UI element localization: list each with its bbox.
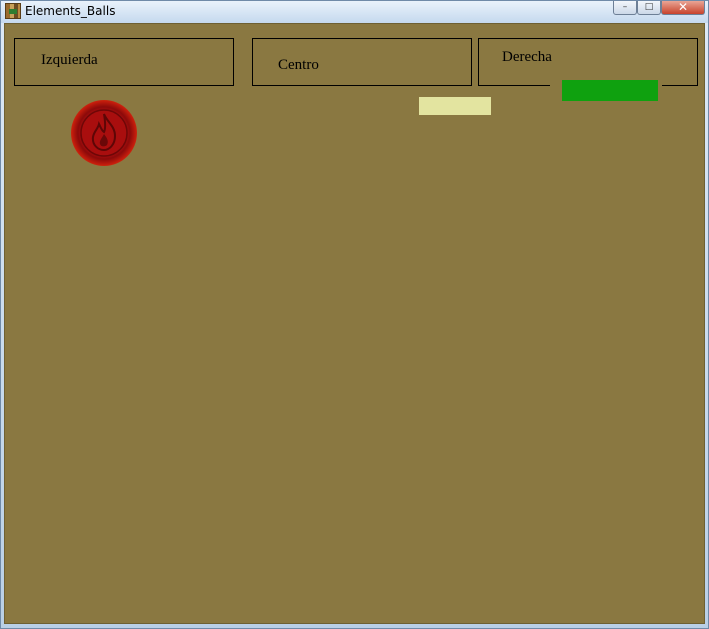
game-window: Elements_Balls – □ ✕ Izquierda Centro De… bbox=[0, 0, 709, 629]
green-paddle bbox=[562, 80, 658, 101]
maximize-button[interactable]: □ bbox=[637, 1, 661, 15]
app-icon bbox=[5, 3, 21, 19]
fire-ball[interactable] bbox=[71, 100, 137, 166]
zone-center-label: Centro bbox=[278, 57, 319, 73]
zone-right-label: Derecha bbox=[502, 49, 552, 65]
minimize-button[interactable]: – bbox=[613, 1, 637, 15]
title-bar[interactable]: Elements_Balls – □ ✕ bbox=[1, 1, 708, 23]
zone-left[interactable]: Izquierda bbox=[14, 38, 234, 86]
zone-left-label: Izquierda bbox=[41, 52, 98, 68]
game-canvas[interactable]: Izquierda Centro Derecha bbox=[4, 23, 705, 624]
flame-icon bbox=[80, 109, 128, 157]
zone-center[interactable]: Centro bbox=[252, 38, 472, 86]
yellow-paddle bbox=[419, 97, 491, 115]
close-button[interactable]: ✕ bbox=[661, 1, 705, 15]
window-title: Elements_Balls bbox=[25, 4, 116, 18]
